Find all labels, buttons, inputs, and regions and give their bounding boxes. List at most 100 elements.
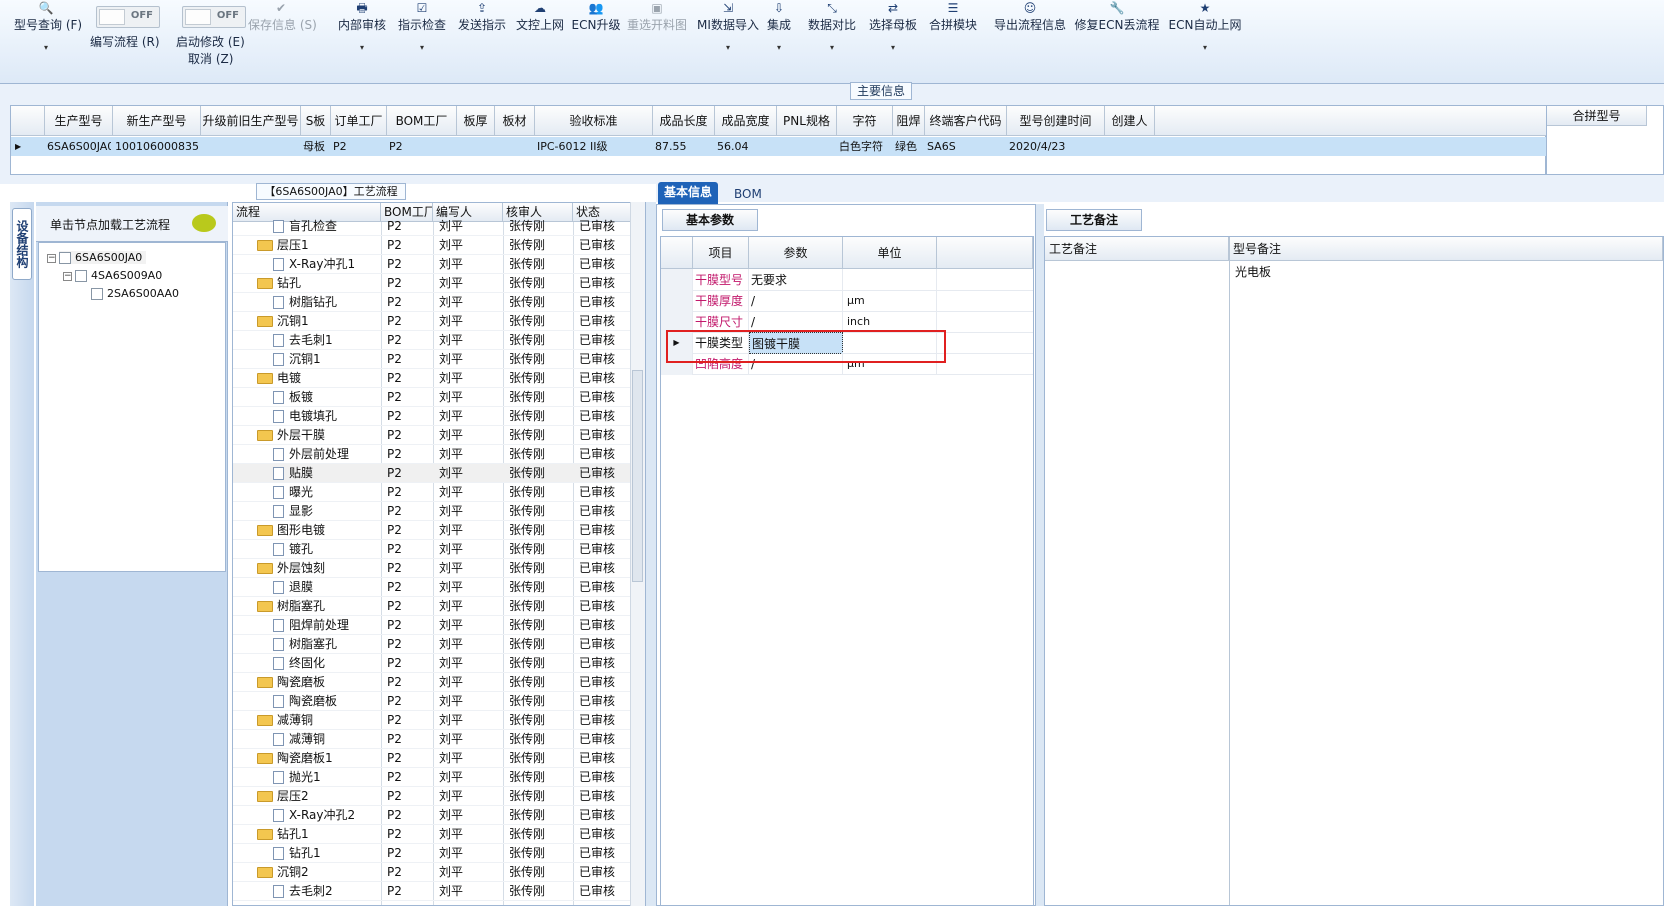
- column-header[interactable]: 订单工厂: [331, 106, 387, 136]
- column-header[interactable]: 验收标准: [535, 106, 653, 136]
- table-cell[interactable]: 母板: [303, 137, 329, 156]
- table-row[interactable]: 陶瓷磨板 P2 刘平 张传刚 已审核: [233, 692, 631, 711]
- tree-node[interactable]: 2SA6S00AA0: [91, 287, 179, 300]
- table-row[interactable]: 贴膜 P2 刘平 张传刚 已审核: [233, 464, 631, 483]
- table-row[interactable]: 树脂塞孔 P2 刘平 张传刚 已审核: [233, 635, 631, 654]
- check-button[interactable]: ✔ 保存信息 (S): [248, 0, 317, 34]
- param-value[interactable]: 无要求: [749, 269, 843, 291]
- column-header[interactable]: 字符: [837, 106, 893, 136]
- table-cell[interactable]: SA6S: [927, 137, 1005, 156]
- tab-bom[interactable]: BOM: [728, 184, 768, 206]
- toggle-switch[interactable]: OFF: [182, 6, 246, 28]
- table-row[interactable]: 盲孔检查 P2 刘平 张传刚 已审核: [233, 217, 631, 236]
- column-header[interactable]: 新生产型号: [113, 106, 201, 136]
- column-header[interactable]: 生产型号: [45, 106, 113, 136]
- table-cell[interactable]: 87.55: [655, 137, 713, 156]
- table-row[interactable]: −减薄铜 P2 刘平 张传刚 已审核: [233, 711, 631, 730]
- tree-checkbox[interactable]: [91, 288, 103, 300]
- table-row[interactable]: −外层蚀刻 P2 刘平 张传刚 已审核: [233, 559, 631, 578]
- search-button[interactable]: 🔍 型号查询 (F) ▾: [14, 0, 82, 54]
- table-row[interactable]: −图形电镀 P2 刘平 张传刚 已审核: [233, 521, 631, 540]
- table-cell[interactable]: [779, 137, 835, 156]
- table-cell[interactable]: 绿色: [895, 137, 923, 156]
- tree-node[interactable]: 6SA6S00JA0: [59, 251, 147, 264]
- table-cell[interactable]: 2020/4/23: [1009, 137, 1103, 156]
- tab-basic-info[interactable]: 基本信息: [658, 182, 719, 204]
- model-note-value[interactable]: 光电板: [1235, 263, 1271, 280]
- table-cell[interactable]: 6SA6S00JA0: [47, 137, 111, 156]
- table-row[interactable]: −外层干膜 P2 刘平 张传刚 已审核: [233, 426, 631, 445]
- table-row[interactable]: 电镀填孔 P2 刘平 张传刚 已审核: [233, 407, 631, 426]
- tab-craft-notes[interactable]: 工艺备注: [1046, 209, 1142, 231]
- table-cell[interactable]: 56.04: [717, 137, 775, 156]
- tree-checkbox[interactable]: [75, 270, 87, 282]
- table-row[interactable]: 曝光 P2 刘平 张传刚 已审核: [233, 483, 631, 502]
- column-header[interactable]: 阻焊: [893, 106, 925, 136]
- table-row[interactable]: −沉铜2 P2 刘平 张传刚 已审核: [233, 863, 631, 882]
- column-header[interactable]: S板: [301, 106, 331, 136]
- table-row[interactable]: X-Ray冲孔2 P2 刘平 张传刚 已审核: [233, 806, 631, 825]
- column-header[interactable]: 终端客户代码: [925, 106, 1007, 136]
- table-row[interactable]: 阻焊前处理 P2 刘平 张传刚 已审核: [233, 616, 631, 635]
- table-row[interactable]: 显影 P2 刘平 张传刚 已审核: [233, 502, 631, 521]
- table-row[interactable]: 减薄铜 P2 刘平 张传刚 已审核: [233, 730, 631, 749]
- table-row[interactable]: 树脂钻孔 P2 刘平 张传刚 已审核: [233, 293, 631, 312]
- table-row[interactable]: 去毛刺2 P2 刘平 张传刚 已审核: [233, 882, 631, 901]
- table-row[interactable]: −层压1 P2 刘平 张传刚 已审核: [233, 236, 631, 255]
- table-row[interactable]: −沉铜1 P2 刘平 张传刚 已审核: [233, 312, 631, 331]
- column-header[interactable]: 成品长度: [653, 106, 715, 136]
- table-cell[interactable]: IPC-6012 II级: [537, 137, 651, 156]
- table-cell[interactable]: [1107, 137, 1153, 156]
- column-header[interactable]: 板厚: [457, 106, 495, 136]
- table-row[interactable]: −陶瓷磨板 P2 刘平 张传刚 已审核: [233, 673, 631, 692]
- table-row[interactable]: 板镀 P2 刘平 张传刚 已审核: [233, 388, 631, 407]
- column-header[interactable]: 单位: [843, 237, 937, 269]
- table-row[interactable]: −树脂塞孔 P2 刘平 张传刚 已审核: [233, 597, 631, 616]
- table-cell[interactable]: 白色字符: [839, 137, 891, 156]
- table-cell[interactable]: [203, 137, 299, 156]
- table-row[interactable]: 镀孔 P2 刘平 张传刚 已审核: [233, 540, 631, 559]
- tree-collapse-toggle[interactable]: −: [47, 254, 56, 263]
- toggle-switch[interactable]: OFF: [96, 6, 160, 28]
- tab-basic-params[interactable]: 基本参数: [662, 209, 758, 231]
- table-row[interactable]: 外层前处理 P2 刘平 张传刚 已审核: [233, 445, 631, 464]
- column-header[interactable]: 创建人: [1105, 106, 1155, 136]
- table-row[interactable]: 退膜 P2 刘平 张传刚 已审核: [233, 578, 631, 597]
- table-row[interactable]: −钻孔1 P2 刘平 张传刚 已审核: [233, 825, 631, 844]
- column-header[interactable]: 板材: [495, 106, 535, 136]
- tree-collapse-toggle[interactable]: −: [63, 272, 72, 281]
- param-unit[interactable]: [843, 269, 937, 291]
- param-unit[interactable]: μm: [843, 290, 937, 312]
- star-button[interactable]: ★ ECN自动上网 ▾: [1154, 0, 1256, 54]
- table-row[interactable]: 沉铜1 P2 刘平 张传刚 已审核: [233, 350, 631, 369]
- tree-node[interactable]: 4SA6S009A0: [75, 269, 162, 282]
- table-row[interactable]: 抛光1 P2 刘平 张传刚 已审核: [233, 768, 631, 787]
- table-row[interactable]: 干膜型号 无要求: [661, 269, 1033, 291]
- table-cell[interactable]: P2: [389, 137, 455, 156]
- table-row[interactable]: −陶瓷磨板1 P2 刘平 张传刚 已审核: [233, 749, 631, 768]
- column-header[interactable]: 项目: [693, 237, 749, 269]
- table-row[interactable]: −电镀 P2 刘平 张传刚 已审核: [233, 369, 631, 388]
- tab-device-structure[interactable]: 设备结构: [12, 208, 32, 280]
- column-header[interactable]: 成品宽度: [715, 106, 777, 136]
- table-row[interactable]: −钻孔 P2 刘平 张传刚 已审核: [233, 274, 631, 293]
- table-row[interactable]: 去毛刺1 P2 刘平 张传刚 已审核: [233, 331, 631, 350]
- table-row[interactable]: 干膜厚度 / μm: [661, 290, 1033, 312]
- column-header[interactable]: BOM工厂: [387, 106, 457, 136]
- column-header[interactable]: PNL规格: [777, 106, 837, 136]
- tree-checkbox[interactable]: [59, 252, 71, 264]
- param-value[interactable]: /: [749, 290, 843, 312]
- table-row[interactable]: 终固化 P2 刘平 张传刚 已审核: [233, 654, 631, 673]
- table-row[interactable]: X-Ray冲孔1 P2 刘平 张传刚 已审核: [233, 255, 631, 274]
- panel-splitter[interactable]: [1036, 204, 1044, 906]
- table-cell[interactable]: 10010600083523: [115, 137, 199, 156]
- table-cell[interactable]: [459, 137, 493, 156]
- table-cell[interactable]: [497, 137, 533, 156]
- table-row[interactable]: 钻孔1 P2 刘平 张传刚 已审核: [233, 844, 631, 863]
- column-header[interactable]: 升级前旧生产型号: [201, 106, 301, 136]
- panel-splitter[interactable]: [646, 202, 656, 906]
- cancel-button[interactable]: 取消 (Z): [188, 50, 233, 67]
- flow-scrollbar-thumb[interactable]: [632, 370, 643, 582]
- column-header[interactable]: 型号创建时间: [1007, 106, 1105, 136]
- table-cell[interactable]: P2: [333, 137, 385, 156]
